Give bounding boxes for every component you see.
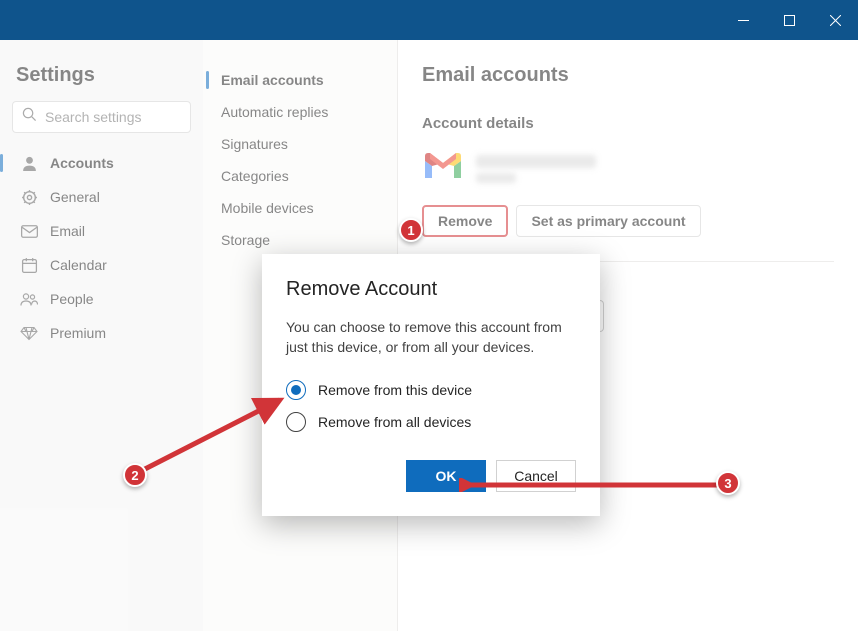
cancel-button[interactable]: Cancel xyxy=(496,460,576,492)
annotation-callout-3: 3 xyxy=(716,471,740,495)
radio-icon xyxy=(286,380,306,400)
radio-label: Remove from all devices xyxy=(318,414,471,430)
close-button[interactable] xyxy=(812,0,858,40)
annotation-callout-2: 2 xyxy=(123,463,147,487)
dialog-title: Remove Account xyxy=(286,278,576,301)
maximize-button[interactable] xyxy=(766,0,812,40)
radio-label: Remove from this device xyxy=(318,382,472,398)
minimize-button[interactable] xyxy=(720,0,766,40)
remove-account-dialog: Remove Account You can choose to remove … xyxy=(262,254,600,516)
window-titlebar xyxy=(0,0,858,40)
ok-button[interactable]: OK xyxy=(406,460,486,492)
annotation-callout-1: 1 xyxy=(399,218,423,242)
dialog-body: You can choose to remove this account fr… xyxy=(286,317,576,358)
radio-remove-all-devices[interactable]: Remove from all devices xyxy=(286,412,576,432)
radio-icon xyxy=(286,412,306,432)
radio-remove-this-device[interactable]: Remove from this device xyxy=(286,380,576,400)
